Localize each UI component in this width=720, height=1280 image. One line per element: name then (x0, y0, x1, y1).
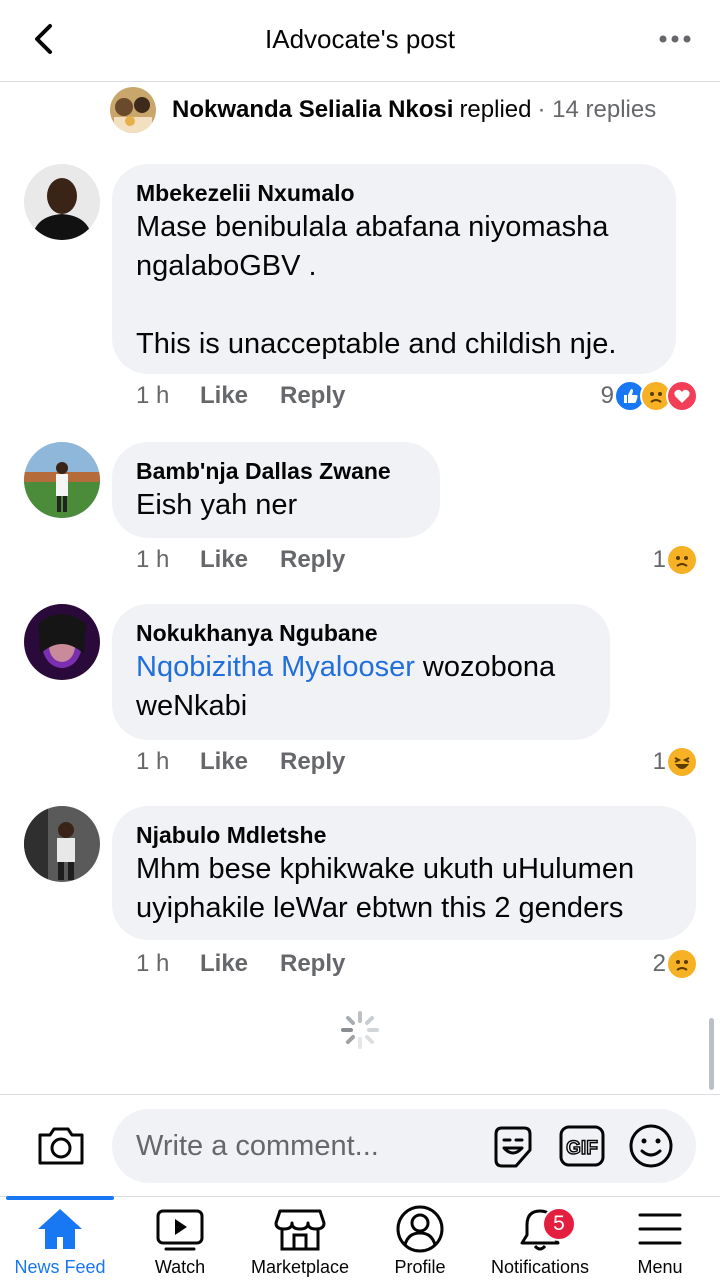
like-button[interactable]: Like (200, 950, 280, 978)
comment-author[interactable]: Njabulo Mdletshe (136, 820, 672, 850)
nav-profile[interactable]: Profile (360, 1197, 480, 1280)
nav-watch[interactable]: Watch (120, 1197, 240, 1280)
haha-reaction-icon (666, 746, 698, 778)
reply-button[interactable]: Reply (280, 382, 345, 410)
loading-spinner-icon (341, 1011, 379, 1049)
camera-icon[interactable] (36, 1123, 86, 1167)
reaction-summary[interactable]: 2 (653, 948, 698, 980)
comment-author[interactable]: Mbekezelii Nxumalo (136, 178, 652, 208)
nav-label: News Feed (14, 1257, 106, 1277)
gif-icon[interactable]: GIF (558, 1124, 606, 1168)
replier-name[interactable]: Nokwanda Selialia Nkosi (172, 96, 453, 124)
comment-composer: GIF (0, 1094, 720, 1196)
notification-badge: 5 (542, 1207, 576, 1241)
love-reaction-icon (666, 380, 698, 412)
sad-reaction-icon (666, 948, 698, 980)
reaction-count: 2 (652, 950, 666, 977)
reaction-count: 1 (652, 546, 666, 573)
avatar[interactable] (24, 164, 100, 240)
nav-label: Notifications (490, 1257, 590, 1277)
avatar (110, 87, 156, 133)
marketplace-icon (274, 1209, 326, 1251)
post-header: IAdvocate's post (0, 0, 720, 82)
replies-summary[interactable]: Nokwanda Selialia Nkosi replied · 14 rep… (110, 86, 656, 134)
mention-link[interactable]: Nqobizitha Myalooser (136, 651, 415, 683)
like-button[interactable]: Like (200, 546, 280, 574)
comment-actions: 1 h Like Reply (136, 950, 345, 978)
svg-text:GIF: GIF (566, 1138, 598, 1159)
sticker-icon[interactable] (490, 1124, 536, 1170)
page-title: IAdvocate's post (265, 24, 455, 54)
nav-label: Menu (637, 1257, 683, 1277)
comment-bubble[interactable]: Bamb'nja Dallas Zwane Eish yah ner (112, 442, 440, 538)
comment-time: 1 h (136, 950, 170, 977)
comment-text: Eish yah ner (136, 489, 298, 521)
nav-label: Marketplace (250, 1257, 350, 1277)
comment-text: Nqobizitha Myalooser wozobona weNkabi (136, 648, 586, 726)
comment-author[interactable]: Nokukhanya Ngubane (136, 618, 586, 648)
comment-actions: 1 h Like Reply (136, 382, 345, 410)
scrollbar[interactable] (709, 1018, 714, 1090)
reaction-summary[interactable]: 1 (653, 746, 698, 778)
comment-input[interactable] (112, 1109, 696, 1183)
avatar[interactable] (24, 604, 100, 680)
comment-time: 1 h (136, 382, 170, 409)
avatar[interactable] (24, 806, 100, 882)
nav-news-feed[interactable]: News Feed (0, 1196, 120, 1280)
comment-actions: 1 h Like Reply (136, 748, 345, 776)
bottom-navigation: News Feed Watch Marketplace Profile 5 No… (0, 1196, 720, 1280)
reply-button[interactable]: Reply (280, 546, 345, 574)
menu-icon (638, 1213, 682, 1245)
comment-text: Mase benibulala abafana niyomasha ngalab… (136, 211, 617, 360)
more-options-icon[interactable] (658, 30, 692, 48)
reply-button[interactable]: Reply (280, 950, 345, 978)
sad-reaction-icon (666, 544, 698, 576)
reaction-summary[interactable]: 9 (601, 380, 698, 412)
emoji-icon[interactable] (628, 1123, 674, 1169)
comment-author[interactable]: Bamb'nja Dallas Zwane (136, 456, 416, 486)
comment-time: 1 h (136, 748, 170, 775)
replied-label: replied (459, 96, 532, 123)
comment-bubble[interactable]: Nokukhanya Ngubane Nqobizitha Myalooser … (112, 604, 610, 740)
nav-notifications[interactable]: 5 Notifications (480, 1197, 600, 1280)
reaction-count: 1 (652, 748, 666, 775)
comment-bubble[interactable]: Njabulo Mdletshe Mhm bese kphikwake ukut… (112, 806, 696, 940)
comment-actions: 1 h Like Reply (136, 546, 345, 574)
nav-menu[interactable]: Menu (600, 1197, 720, 1280)
avatar[interactable] (24, 442, 100, 518)
reaction-count: 9 (600, 382, 614, 409)
like-button[interactable]: Like (200, 382, 280, 410)
home-icon (38, 1209, 82, 1249)
watch-icon (156, 1209, 204, 1251)
comment-bubble[interactable]: Mbekezelii Nxumalo Mase benibulala abafa… (112, 164, 676, 374)
nav-label: Profile (394, 1257, 446, 1277)
profile-icon (396, 1205, 444, 1253)
like-button[interactable]: Like (200, 748, 280, 776)
reply-count: · 14 replies (537, 96, 657, 123)
comment-time: 1 h (136, 546, 170, 573)
comment-text: Mhm bese kphikwake ukuth uHulumen uyipha… (136, 853, 635, 924)
reaction-summary[interactable]: 1 (653, 544, 698, 576)
reply-button[interactable]: Reply (280, 748, 345, 776)
nav-marketplace[interactable]: Marketplace (240, 1197, 360, 1280)
nav-label: Watch (154, 1257, 206, 1277)
